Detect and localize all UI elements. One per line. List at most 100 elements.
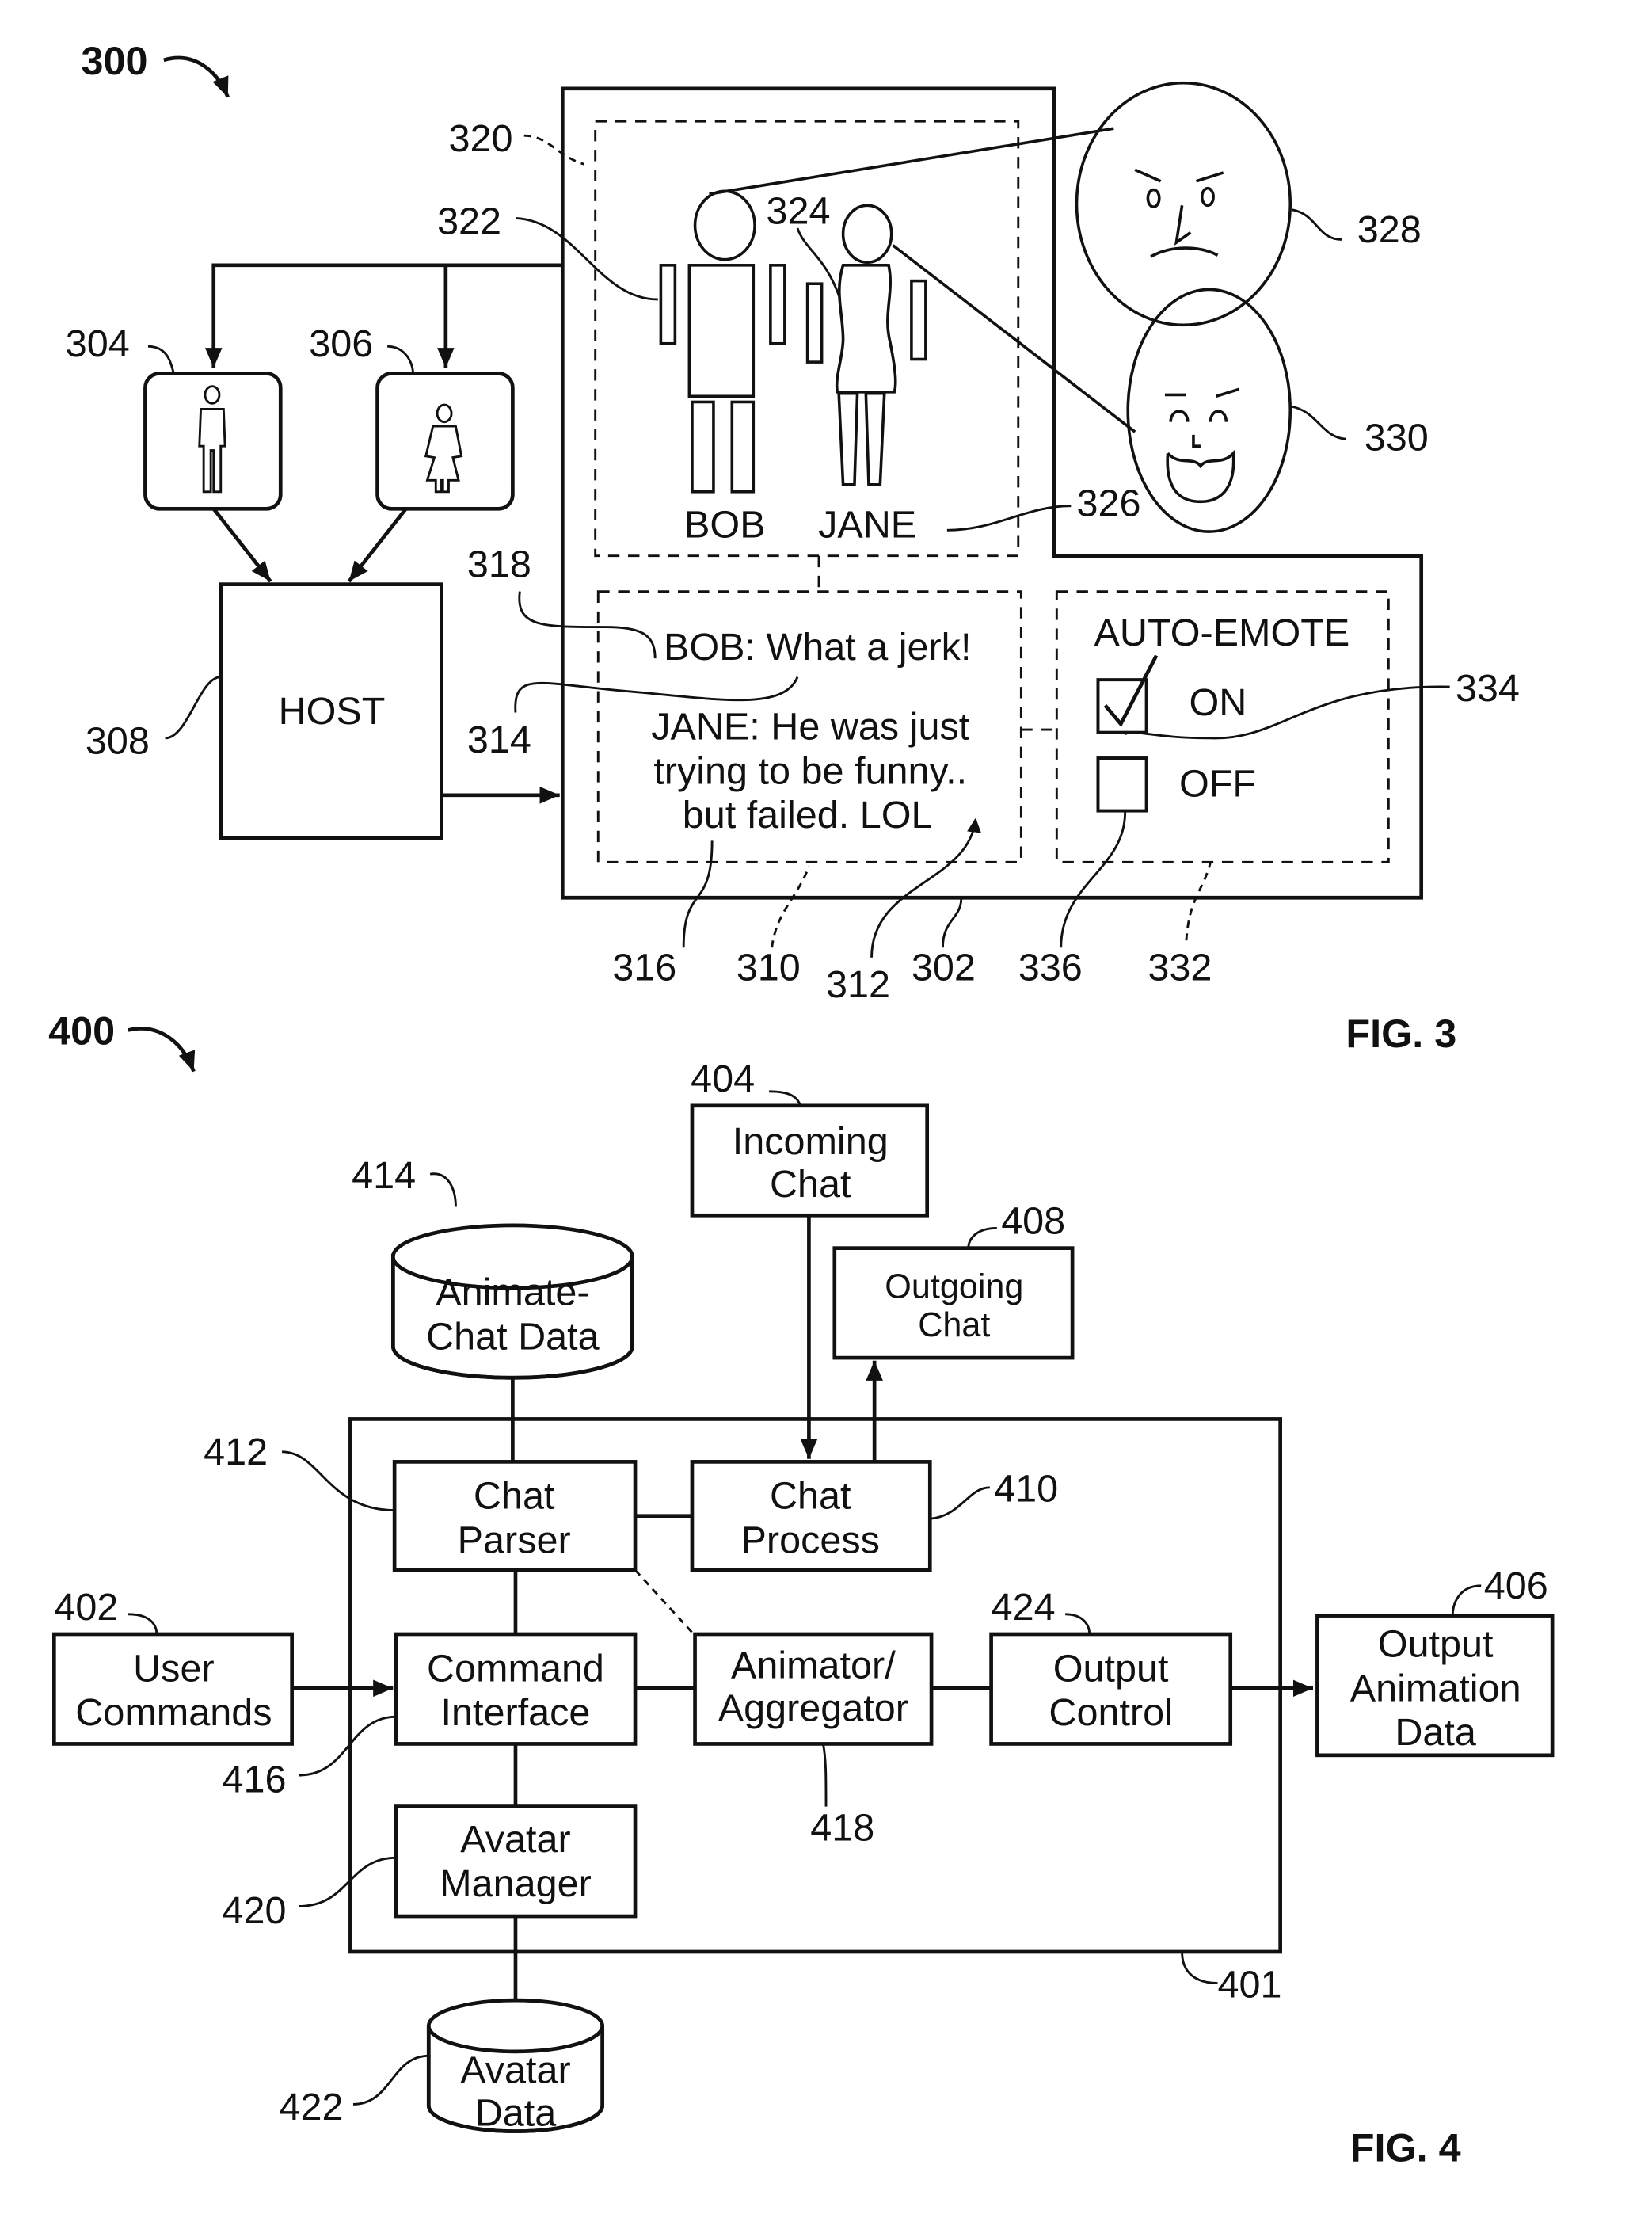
bob-name-label: BOB <box>684 503 766 546</box>
ref-416: 416 <box>223 1759 287 1801</box>
leader-302 <box>942 897 963 948</box>
leader-416 <box>299 1715 396 1777</box>
ref-330: 330 <box>1365 417 1429 459</box>
leader-404 <box>769 1090 801 1107</box>
figure-ref-arrow <box>128 1027 196 1073</box>
leader-406 <box>1451 1584 1482 1616</box>
leader-332 <box>1185 861 1212 941</box>
leader-422 <box>352 2054 429 2106</box>
animate-chat-data-label-1: Animate- <box>436 1271 589 1314</box>
ref-406: 406 <box>1484 1564 1548 1607</box>
leader-418 <box>821 1743 828 1807</box>
figure-3: 300 HOST BOB JANE BOB: What a jerk! JANE… <box>66 38 1520 1056</box>
leader-424 <box>1065 1613 1091 1635</box>
animate-chat-data-label-2: Chat Data <box>426 1315 600 1358</box>
ref-404: 404 <box>691 1058 755 1100</box>
leader-306 <box>387 345 414 374</box>
leader-328 <box>1291 208 1342 241</box>
chat-process-label-1: Chat <box>770 1475 851 1518</box>
angry-face-icon <box>1075 81 1292 327</box>
ref-402: 402 <box>54 1586 118 1629</box>
jane-to-happy-face-line <box>892 244 1136 433</box>
female-icon-to-host-arrow <box>347 507 408 583</box>
display-to-male-icon-arrow <box>204 263 563 368</box>
output-control-label-2: Control <box>1049 1691 1173 1734</box>
outgoing-chat-label-1: Outgoing <box>885 1268 1023 1306</box>
ref-306: 306 <box>309 322 373 365</box>
leader-402 <box>128 1613 158 1635</box>
chat-parser-label-1: Chat <box>474 1475 555 1518</box>
bob-avatar[interactable] <box>659 189 786 494</box>
male-icon-to-host-arrow <box>211 507 272 583</box>
auto-emote-title: AUTO-EMOTE <box>1094 612 1350 654</box>
ref-312: 312 <box>826 963 890 1006</box>
arrow-312 <box>870 817 981 958</box>
ref-322: 322 <box>437 200 501 242</box>
command-interface-label-1: Command <box>427 1647 604 1690</box>
ref-412: 412 <box>204 1431 268 1473</box>
output-animation-data-label-2: Animation <box>1350 1667 1521 1709</box>
leader-412 <box>282 1450 395 1511</box>
patent-drawing-sheet: 300 HOST BOB JANE BOB: What a jerk! JANE… <box>48 38 1555 2170</box>
output-control-label-1: Output <box>1053 1647 1169 1690</box>
ref-326: 326 <box>1076 482 1140 524</box>
ref-424: 424 <box>992 1586 1056 1629</box>
ref-318: 318 <box>467 543 531 586</box>
ref-420: 420 <box>223 1889 287 1932</box>
leader-334 <box>1125 685 1450 740</box>
chat-process-label-2: Process <box>741 1519 880 1561</box>
ref-324: 324 <box>766 190 830 233</box>
avatar-data-label-1: Avatar <box>460 2048 570 2091</box>
outgoing-chat-label-2: Chat <box>918 1306 990 1344</box>
ref-308: 308 <box>86 720 150 763</box>
ref-408: 408 <box>1001 1200 1065 1243</box>
ref-401: 401 <box>1218 1964 1282 2006</box>
female-avatar-icon-box[interactable] <box>375 372 515 511</box>
ref-314: 314 <box>467 718 531 761</box>
chat-parser-label-2: Parser <box>458 1519 571 1561</box>
chat-message-jane-line-2: trying to be funny.. <box>653 749 967 792</box>
figure-ref-arrow <box>163 55 230 98</box>
figure-4-caption: FIG. 4 <box>1350 2125 1461 2170</box>
incoming-chat-label-1: Incoming <box>733 1120 889 1163</box>
ref-410: 410 <box>994 1468 1058 1511</box>
jane-avatar[interactable] <box>805 204 927 486</box>
figure-ref-400: 400 <box>48 1008 115 1053</box>
leader-410 <box>930 1486 990 1520</box>
leader-308 <box>165 676 221 740</box>
figure-4: 400 Animate- Chat Data Incoming Chat Out… <box>48 1008 1555 2170</box>
user-commands-label-2: Commands <box>75 1691 272 1734</box>
leader-420 <box>299 1856 396 1907</box>
leader-316 <box>682 840 714 948</box>
avatar-data-label-2: Data <box>475 2091 557 2134</box>
chat-message-bob: BOB: What a jerk! <box>664 626 972 669</box>
happy-face-icon <box>1126 288 1292 533</box>
leader-336 <box>1060 812 1127 948</box>
ref-302: 302 <box>912 947 976 989</box>
avatar-manager-label-1: Avatar <box>460 1818 570 1861</box>
output-animation-data-label-1: Output <box>1378 1623 1494 1666</box>
leader-401 <box>1181 1951 1218 1984</box>
ref-336: 336 <box>1018 947 1083 989</box>
leader-304 <box>147 345 175 374</box>
leader-318 <box>518 591 657 659</box>
leader-330 <box>1289 405 1346 440</box>
ref-328: 328 <box>1357 208 1422 251</box>
user-commands-label-1: User <box>133 1647 215 1690</box>
parser-animator-dashed-line <box>634 1569 696 1637</box>
ref-310: 310 <box>737 947 801 989</box>
leader-322 <box>515 217 658 301</box>
avatar-manager-label-2: Manager <box>440 1862 592 1905</box>
output-animation-data-label-3: Data <box>1395 1711 1476 1754</box>
animator-aggregator-label-2: Aggregator <box>718 1687 908 1730</box>
auto-emote-off-checkbox[interactable] <box>1096 756 1148 813</box>
command-interface-label-2: Interface <box>441 1691 591 1734</box>
ref-320: 320 <box>448 117 512 160</box>
ref-332: 332 <box>1148 947 1212 989</box>
ref-414: 414 <box>352 1154 416 1197</box>
leader-414 <box>429 1172 457 1207</box>
leader-310 <box>771 866 810 948</box>
ref-422: 422 <box>279 2086 343 2128</box>
figure-ref-300: 300 <box>82 38 148 83</box>
ref-334: 334 <box>1456 667 1520 710</box>
